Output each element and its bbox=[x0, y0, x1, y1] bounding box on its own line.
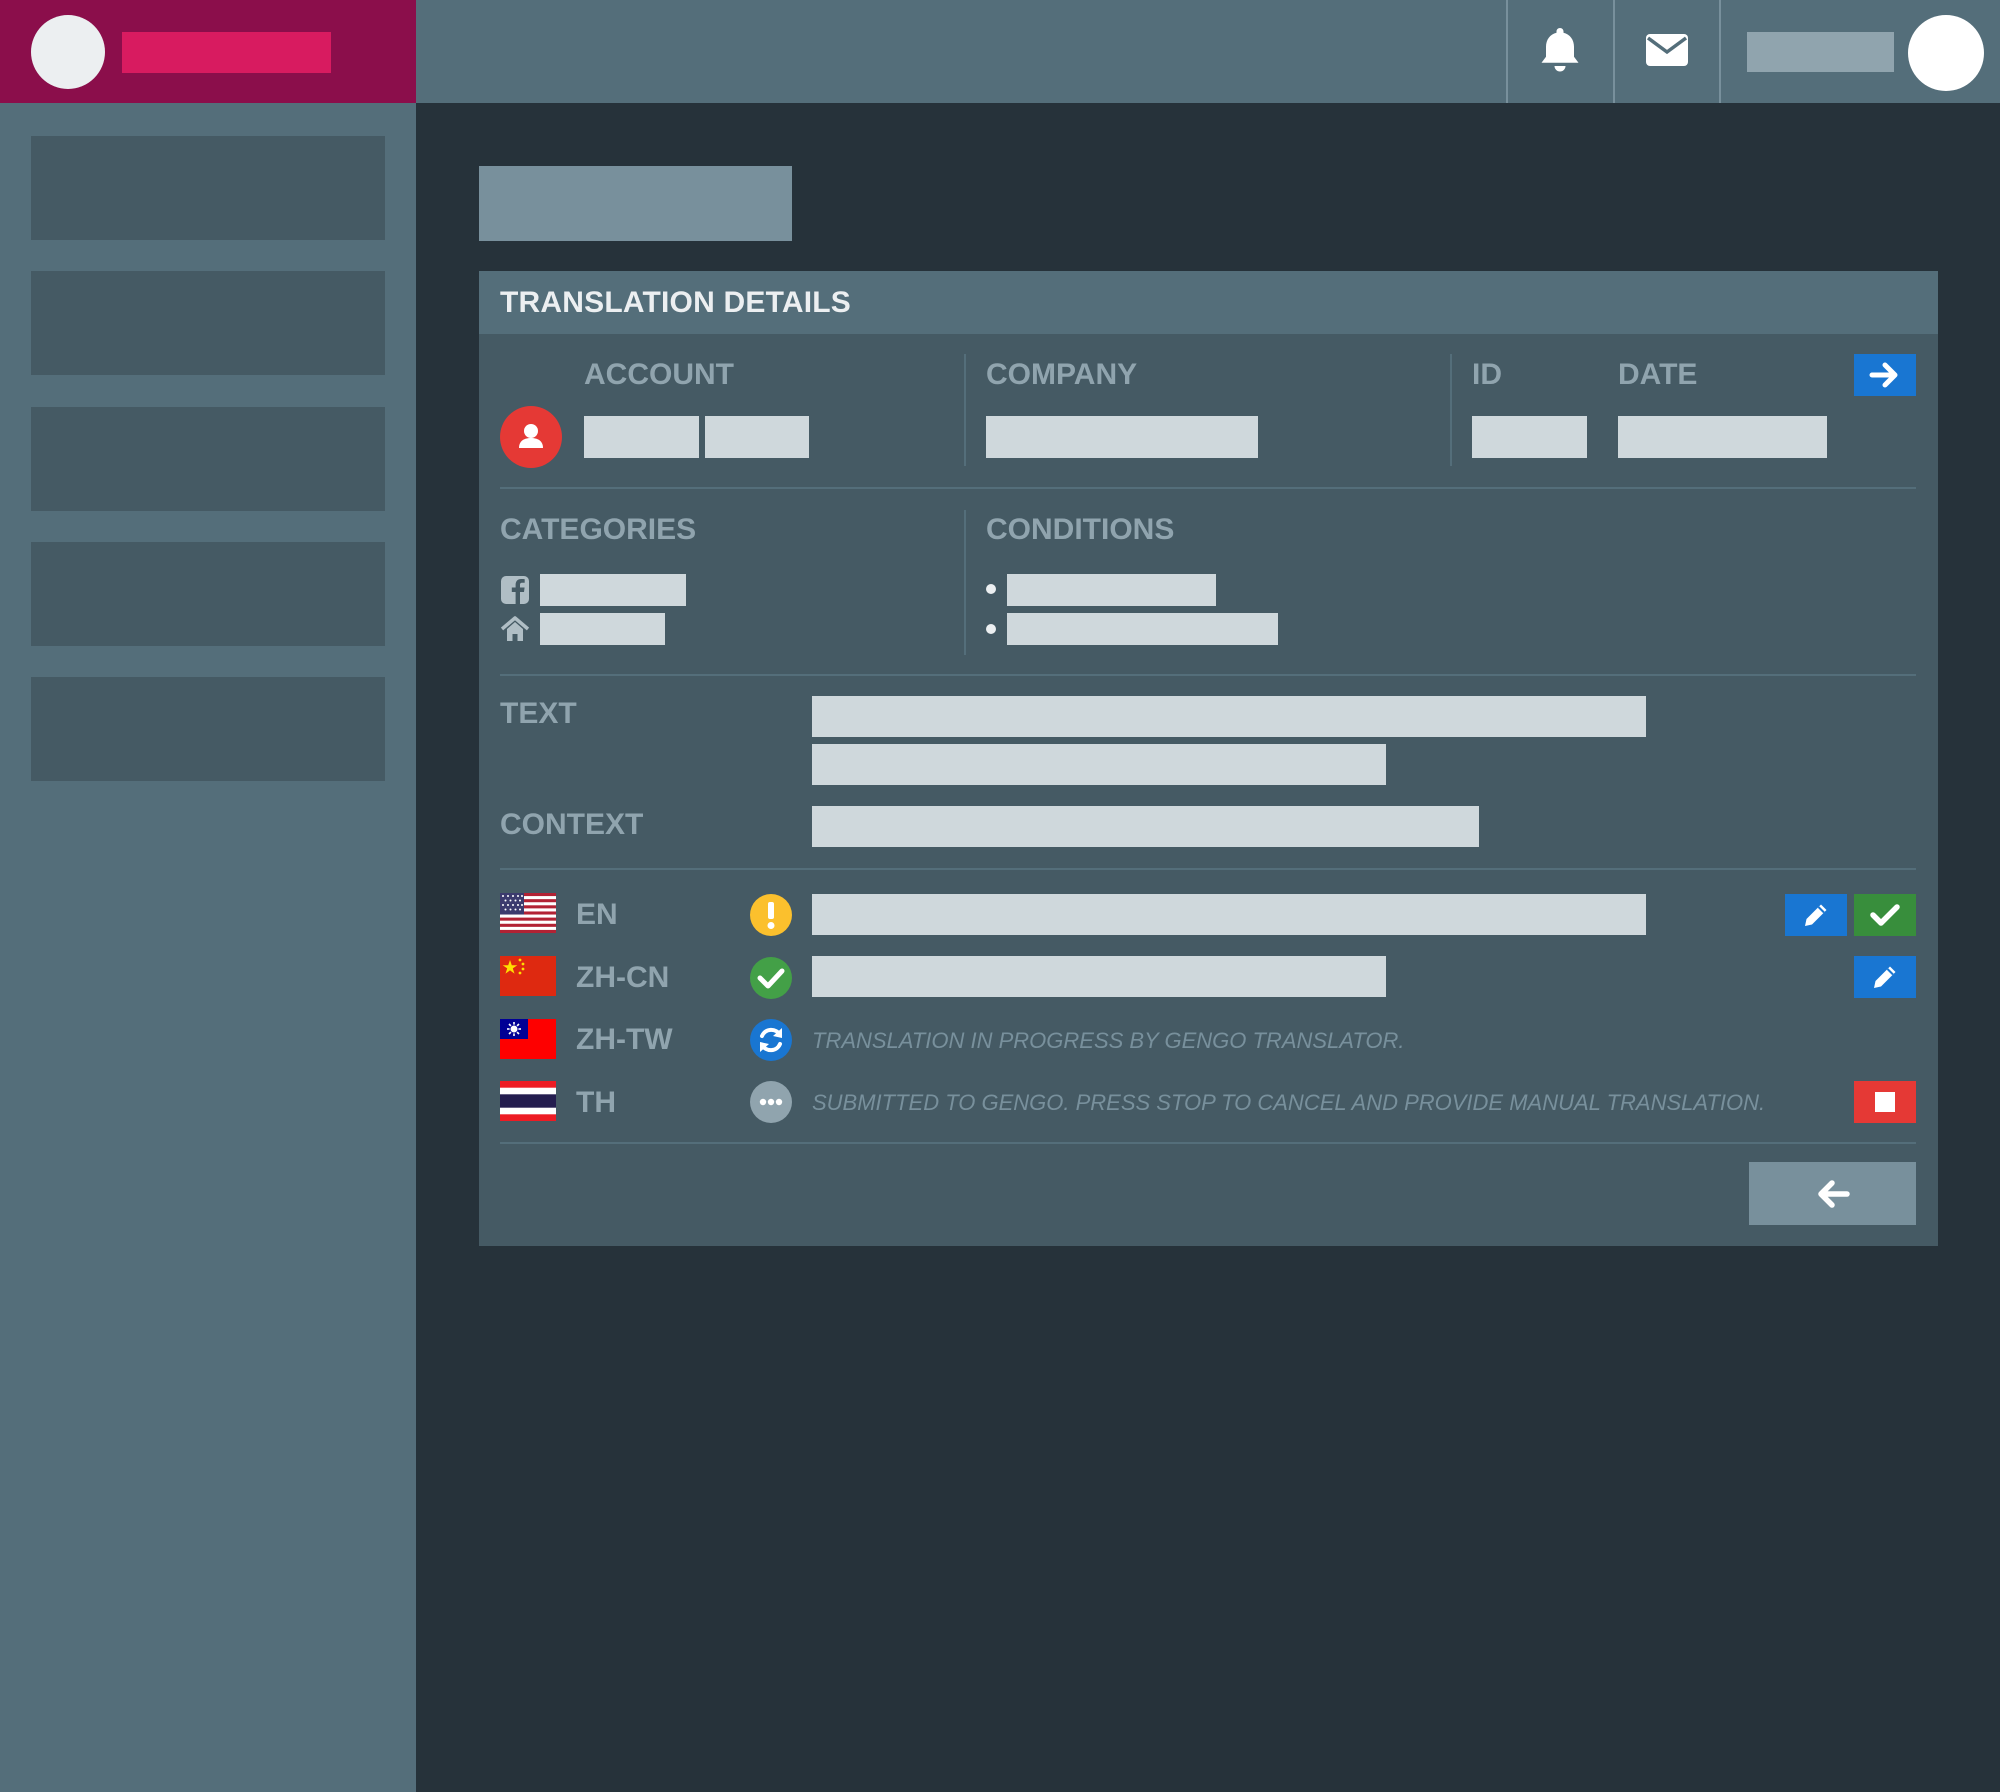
edit-button[interactable] bbox=[1785, 894, 1847, 936]
context-label: CONTEXT bbox=[500, 808, 644, 841]
warning-icon bbox=[749, 893, 793, 937]
stop-button[interactable] bbox=[1854, 1081, 1916, 1123]
more-icon bbox=[749, 1080, 793, 1124]
category-placeholder bbox=[540, 574, 686, 606]
condition-placeholder bbox=[1007, 574, 1216, 606]
brand-logo[interactable] bbox=[31, 15, 105, 89]
arrow-left-icon bbox=[1817, 1179, 1850, 1208]
back-button[interactable] bbox=[1749, 1162, 1916, 1225]
translation-placeholder bbox=[812, 894, 1646, 935]
column-divider bbox=[1450, 354, 1452, 466]
company-placeholder bbox=[986, 416, 1258, 458]
account-label: ACCOUNT bbox=[584, 358, 734, 391]
pencil-icon bbox=[1805, 904, 1827, 926]
section-divider bbox=[500, 674, 1916, 676]
language-code: ZH-TW bbox=[576, 1023, 673, 1056]
text-placeholder bbox=[812, 744, 1386, 785]
bell-icon[interactable] bbox=[1530, 20, 1590, 80]
facebook-icon bbox=[500, 575, 530, 605]
mail-icon[interactable] bbox=[1637, 20, 1697, 80]
translation-status-message: TRANSLATION IN PROGRESS BY GENGO TRANSLA… bbox=[812, 1028, 1405, 1053]
date-label: DATE bbox=[1618, 358, 1698, 391]
language-code: TH bbox=[576, 1086, 616, 1119]
translation-placeholder bbox=[812, 956, 1386, 997]
categories-label: CATEGORIES bbox=[500, 513, 697, 546]
brand-name-placeholder[interactable] bbox=[122, 32, 331, 73]
category-placeholder bbox=[540, 613, 665, 645]
sidebar-item[interactable] bbox=[31, 407, 385, 511]
sidebar-item[interactable] bbox=[31, 542, 385, 646]
section-divider bbox=[500, 487, 1916, 489]
text-placeholder bbox=[812, 696, 1646, 737]
sidebar-item[interactable] bbox=[31, 136, 385, 240]
language-code: EN bbox=[576, 898, 618, 931]
check-circle-icon bbox=[749, 956, 793, 1000]
china-flag-icon bbox=[500, 956, 556, 996]
user-icon bbox=[500, 406, 562, 468]
language-code: ZH-CN bbox=[576, 961, 670, 994]
edit-button[interactable] bbox=[1854, 956, 1916, 998]
id-placeholder bbox=[1472, 416, 1587, 458]
thailand-flag-icon bbox=[500, 1081, 556, 1121]
section-divider bbox=[500, 1142, 1916, 1144]
refresh-icon bbox=[749, 1018, 793, 1062]
topbar-divider bbox=[1613, 0, 1615, 103]
sidebar-item[interactable] bbox=[31, 271, 385, 375]
context-placeholder bbox=[812, 806, 1479, 847]
user-name-placeholder[interactable] bbox=[1747, 32, 1894, 72]
topbar-divider bbox=[1719, 0, 1721, 103]
panel-title: TRANSLATION DETAILS bbox=[500, 286, 851, 319]
date-placeholder bbox=[1618, 416, 1827, 458]
id-label: ID bbox=[1472, 358, 1502, 391]
translation-status-message: SUBMITTED TO GENGO. PRESS STOP TO CANCEL… bbox=[812, 1090, 1766, 1115]
home-icon bbox=[500, 614, 530, 644]
account-last-name-placeholder bbox=[705, 416, 809, 458]
pencil-icon bbox=[1874, 966, 1896, 988]
page-title-placeholder bbox=[479, 166, 792, 241]
stop-icon bbox=[1875, 1092, 1895, 1112]
text-label: TEXT bbox=[500, 697, 577, 730]
company-label: COMPANY bbox=[986, 358, 1138, 391]
column-divider bbox=[964, 510, 966, 655]
arrow-right-icon bbox=[1869, 362, 1898, 388]
check-icon bbox=[1870, 904, 1900, 926]
bullet-icon bbox=[986, 584, 996, 594]
approve-button[interactable] bbox=[1854, 894, 1916, 936]
column-divider bbox=[964, 354, 966, 466]
section-divider bbox=[500, 868, 1916, 870]
account-first-name-placeholder bbox=[584, 416, 699, 458]
next-button[interactable] bbox=[1854, 354, 1916, 396]
bullet-icon bbox=[986, 624, 996, 634]
conditions-label: CONDITIONS bbox=[986, 513, 1175, 546]
condition-placeholder bbox=[1007, 613, 1278, 645]
user-avatar[interactable] bbox=[1908, 15, 1984, 91]
taiwan-flag-icon bbox=[500, 1019, 556, 1059]
topbar-divider bbox=[1506, 0, 1508, 103]
sidebar-item[interactable] bbox=[31, 677, 385, 781]
us-flag-icon bbox=[500, 893, 556, 933]
